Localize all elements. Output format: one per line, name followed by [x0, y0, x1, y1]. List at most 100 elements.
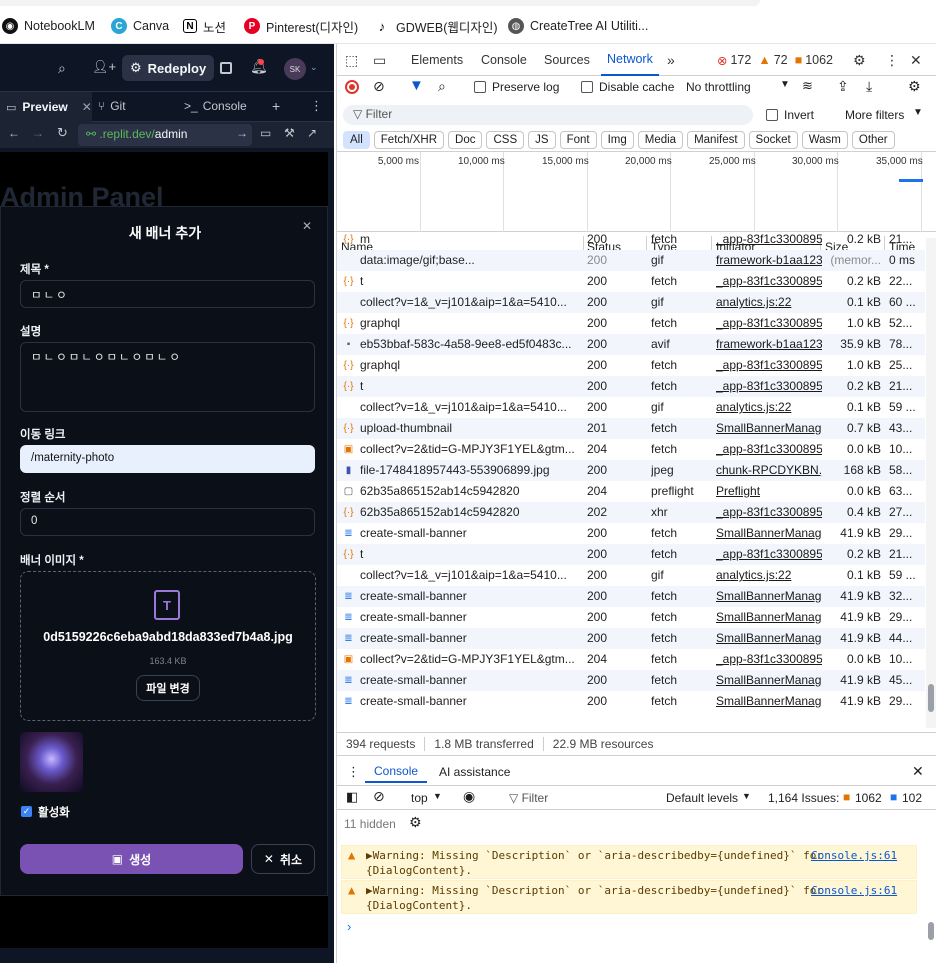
bookmark-notebooklm[interactable]: ◉ NotebookLM: [2, 17, 95, 35]
table-row[interactable]: {·} graphql 200 fetch _app-83f1c3300895 1.0 k…: [337, 313, 925, 334]
table-row[interactable]: data:image/gif;base... 200 gif framework-b1…: [337, 250, 925, 271]
drawer-menu-icon[interactable]: ⋮: [347, 764, 360, 780]
filter-chip[interactable]: JS: [528, 130, 556, 149]
upload-icon[interactable]: ⇪: [837, 78, 849, 95]
bookmark-canva[interactable]: C Canva: [111, 17, 169, 35]
filter-chip[interactable]: Other: [851, 130, 895, 149]
table-scrollbar[interactable]: [926, 238, 936, 728]
title-input[interactable]: ㅁㄴㅇ: [20, 280, 315, 308]
table-row[interactable]: ≣ create-small-banner 200 fetch SmallBannerM…: [337, 628, 925, 649]
table-row[interactable]: ≣ create-small-banner 200 fetch SmallBannerM…: [337, 607, 925, 628]
console-scrollbar[interactable]: [926, 844, 936, 954]
forward-icon[interactable]: →: [32, 126, 44, 140]
record-icon[interactable]: [345, 80, 359, 94]
initiator-link[interactable]: _app-83f1c3300895: [716, 505, 822, 519]
table-row[interactable]: ≣ create-small-banner 200 fetch SmallBannerM…: [337, 586, 925, 607]
initiator-link[interactable]: _app-83f1c3300895: [716, 316, 822, 330]
initiator-link[interactable]: framework-b1aa123: [716, 337, 822, 351]
avatar[interactable]: SK: [284, 58, 306, 80]
download-icon[interactable]: ⤓: [866, 78, 872, 95]
clear-console-icon[interactable]: ⊘: [373, 788, 385, 805]
invert-checkbox[interactable]: [766, 109, 778, 121]
filter-chip[interactable]: All: [343, 130, 370, 149]
initiator-link[interactable]: analytics.js:22: [716, 568, 822, 582]
console-warning[interactable]: ▲ ▶Warning: Missing `Description` or `ar…: [341, 845, 917, 879]
network-settings-icon[interactable]: ⚙: [908, 78, 921, 95]
scrollbar-thumb[interactable]: [928, 684, 934, 712]
inspect-icon[interactable]: ⬚: [345, 44, 358, 76]
table-row[interactable]: ▣ collect?v=2&tid=G-MPJY3F1YEL&gtm... 204 f…: [337, 649, 925, 670]
tab-close-icon[interactable]: ✕: [82, 100, 92, 114]
console-filter-input[interactable]: ▽ Filter: [501, 788, 651, 808]
levels-select[interactable]: Default levels: [666, 791, 738, 805]
devices-icon[interactable]: ▭: [260, 126, 271, 140]
initiator-link[interactable]: SmallBannerManag: [716, 589, 822, 603]
table-row[interactable]: {·} 62b35a865152ab14c5942820 202 xhr _app-83…: [337, 502, 925, 523]
initiator-link[interactable]: SmallBannerManag: [716, 421, 822, 435]
table-row[interactable]: collect?v=1&_v=j101&aip=1&a=5410... 200 gi…: [337, 565, 925, 586]
initiator-link[interactable]: SmallBannerManag: [716, 610, 822, 624]
search-icon[interactable]: ⌕: [438, 78, 446, 95]
context-select[interactable]: top: [411, 791, 428, 805]
bookmark-createtree[interactable]: ◍ CreateTree AI Utiliti...: [508, 17, 648, 35]
initiator-link[interactable]: _app-83f1c3300895: [716, 232, 822, 246]
close-drawer-icon[interactable]: ✕: [912, 763, 924, 780]
initiator-link[interactable]: analytics.js:22: [716, 295, 822, 309]
layout-icon[interactable]: [220, 62, 232, 74]
filter-chip[interactable]: Media: [637, 130, 684, 149]
sidebar-toggle-icon[interactable]: ◧: [346, 789, 358, 805]
preserve-log-checkbox[interactable]: [474, 81, 486, 93]
table-row[interactable]: ≣ create-small-banner 200 fetch SmallBannerM…: [337, 523, 925, 544]
initiator-link[interactable]: SmallBannerManag: [716, 673, 822, 687]
filter-input[interactable]: ▽ Filter: [343, 105, 753, 125]
table-row[interactable]: {·} upload-thumbnail 201 fetch SmallBannerMa…: [337, 418, 925, 439]
initiator-link[interactable]: SmallBannerManag: [716, 694, 822, 708]
throttling-select[interactable]: No throttling: [686, 80, 751, 94]
issues-count-a[interactable]: 1062: [855, 791, 882, 805]
active-checkbox[interactable]: ✓: [21, 806, 32, 817]
initiator-link[interactable]: Preflight: [716, 484, 822, 498]
order-input[interactable]: 0: [20, 508, 315, 536]
filter-chip[interactable]: Doc: [448, 130, 483, 149]
source-link[interactable]: Console.js:61: [811, 848, 897, 863]
filter-chip[interactable]: CSS: [486, 130, 525, 149]
new-tab-icon[interactable]: +: [272, 98, 280, 114]
initiator-link[interactable]: SmallBannerManag: [716, 631, 822, 645]
more-icon[interactable]: ⋮: [310, 98, 323, 114]
table-row[interactable]: ▪ eb53bbaf-583c-4a58-9ee8-ed5f0483c... 200…: [337, 334, 925, 355]
tab-network[interactable]: Network: [601, 44, 659, 76]
table-row[interactable]: collect?v=1&_v=j101&aip=1&a=5410... 200 gi…: [337, 397, 925, 418]
filter-chip[interactable]: Manifest: [687, 130, 745, 149]
create-button[interactable]: ▣ 생성: [20, 844, 243, 874]
more-filters-button[interactable]: More filters: [845, 108, 904, 122]
initiator-link[interactable]: chunk-RPCDYKBN.js: [716, 463, 822, 477]
wifi-icon[interactable]: ≋: [802, 78, 813, 94]
cancel-button[interactable]: ✕ 취소: [251, 844, 315, 874]
table-row[interactable]: {·} t 200 fetch _app-83f1c3300895 0.2 kB 21...: [337, 544, 925, 565]
close-icon[interactable]: ✕: [302, 219, 312, 233]
table-row[interactable]: collect?v=1&_v=j101&aip=1&a=5410... 200 gi…: [337, 292, 925, 313]
console-settings-icon[interactable]: ⚙: [409, 814, 422, 831]
table-row[interactable]: ▢ 62b35a865152ab14c5942820 204 preflight Pre…: [337, 481, 925, 502]
wrench-icon[interactable]: ⚒: [284, 126, 295, 140]
table-row[interactable]: {·} t 200 fetch _app-83f1c3300895 0.2 kB 21...: [337, 376, 925, 397]
chevron-down-icon[interactable]: ⌄: [310, 62, 318, 73]
tab-preview[interactable]: ▭ Preview ✕: [0, 92, 92, 122]
table-row[interactable]: ▣ collect?v=2&tid=G-MPJY3F1YEL&gtm... 204 f…: [337, 439, 925, 460]
table-row[interactable]: ▮ file-1748418957443-553906899.jpg 200 jpeg…: [337, 460, 925, 481]
bookmark-gdweb[interactable]: ♪ GDWEB(웹디자인): [374, 17, 498, 35]
filter-chip[interactable]: Socket: [748, 130, 798, 149]
initiator-link[interactable]: _app-83f1c3300895: [716, 547, 822, 561]
eye-icon[interactable]: ◉: [463, 788, 475, 805]
close-devtools-icon[interactable]: ✕: [910, 44, 922, 76]
tab-sources[interactable]: Sources: [544, 44, 590, 76]
console-prompt-icon[interactable]: ›: [347, 919, 351, 934]
issues-count-b[interactable]: 102: [902, 791, 922, 805]
tab-elements[interactable]: Elements: [411, 44, 463, 76]
kebab-icon[interactable]: ⋮: [885, 44, 899, 76]
filter-chip[interactable]: Wasm: [801, 130, 848, 149]
reload-icon[interactable]: ↻: [57, 125, 68, 141]
initiator-link[interactable]: SmallBannerManag: [716, 526, 822, 540]
redeploy-button[interactable]: ⚙ Redeploy: [122, 55, 214, 81]
source-link[interactable]: Console.js:61: [811, 883, 897, 898]
